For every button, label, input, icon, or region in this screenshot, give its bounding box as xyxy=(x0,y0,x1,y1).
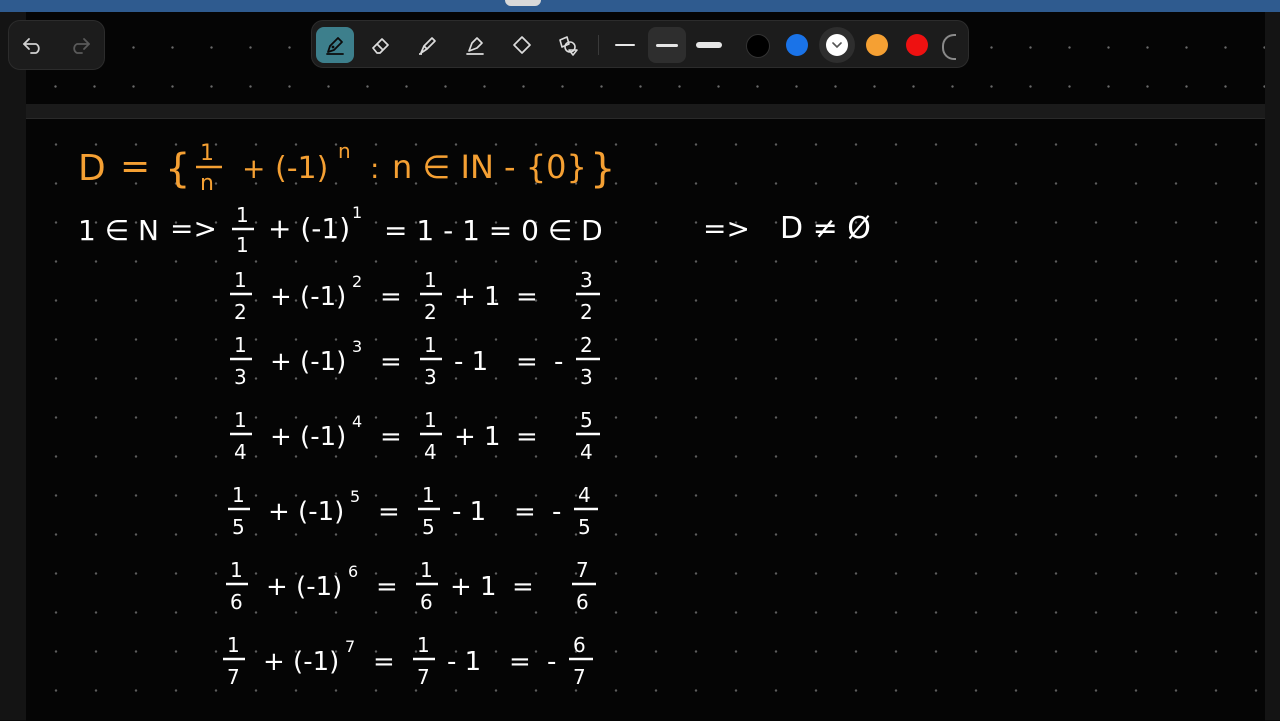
row7-res-sign: - xyxy=(547,647,556,677)
row2-op: + 1 xyxy=(454,282,501,312)
row3-res-num: 2 xyxy=(580,333,593,357)
row1-term: + (-1) xyxy=(268,212,350,245)
row4-mid-num: 1 xyxy=(424,408,437,432)
row5-term: + (-1) xyxy=(268,497,344,527)
row3-op: - 1 xyxy=(454,347,488,377)
row4-frac-num: 1 xyxy=(234,408,247,432)
row7-equals: = xyxy=(373,647,395,677)
row3-exp: 3 xyxy=(352,337,362,356)
row7-frac-den: 7 xyxy=(227,665,240,689)
row5-res-num: 4 xyxy=(578,483,591,507)
row5-equals: = xyxy=(378,497,400,527)
row3-equals-2: = xyxy=(516,347,538,377)
row3-mid-num: 1 xyxy=(424,333,437,357)
set-plus: + xyxy=(242,152,265,185)
row5-mid-num: 1 xyxy=(422,483,435,507)
row1-implies-2: => xyxy=(703,212,750,245)
row6-mid-num: 1 xyxy=(420,558,433,582)
row2-equals: = xyxy=(380,282,402,312)
row7-mid-den: 7 xyxy=(417,665,430,689)
row6-exp: 6 xyxy=(348,562,358,581)
set-frac-num: 1 xyxy=(200,141,214,166)
row2-mid-den: 2 xyxy=(424,300,437,324)
row3-res-sign: - xyxy=(554,347,563,377)
row4-equals-2: = xyxy=(516,422,538,452)
row-1: 1 ∈ N => 1 1 + (-1) 1 = 1 - 1 = 0 ∈ D =>… xyxy=(78,203,871,257)
row4-res-num: 5 xyxy=(580,408,593,432)
set-left-brace: { xyxy=(165,146,190,192)
set-right-brace: } xyxy=(590,146,615,192)
row1-rhs: = 1 - 1 = 0 ∈ D xyxy=(384,214,603,247)
row2-equals-2: = xyxy=(516,282,538,312)
row4-term: + (-1) xyxy=(270,422,346,452)
row3-frac-num: 1 xyxy=(234,333,247,357)
fraction-rows: 12 + (-1)2=12 + 1 =3213 + (-1)3=13- 1 = -2314 +… xyxy=(223,268,600,689)
row6-res-num: 7 xyxy=(576,558,589,582)
set-exp: n xyxy=(338,139,351,163)
row3-term: + (-1) xyxy=(270,347,346,377)
row2-frac-num: 1 xyxy=(234,268,247,292)
row3-equals: = xyxy=(380,347,402,377)
set-colon: : xyxy=(370,152,379,185)
row2-res-den: 2 xyxy=(580,300,593,324)
row1-implies: => xyxy=(170,212,217,245)
row7-term: + (-1) xyxy=(263,647,339,677)
row1-conclusion: D ≠ Ø xyxy=(780,211,871,246)
row1-frac-num: 1 xyxy=(236,203,249,227)
row4-equals: = xyxy=(380,422,402,452)
row6-equals: = xyxy=(376,572,398,602)
row5-res-den: 5 xyxy=(578,515,591,539)
row6-res-den: 6 xyxy=(576,590,589,614)
row2-mid-num: 1 xyxy=(424,268,437,292)
row4-frac-den: 4 xyxy=(234,440,247,464)
row7-exp: 7 xyxy=(345,637,355,656)
set-equals: = xyxy=(120,146,150,187)
row4-res-den: 4 xyxy=(580,440,593,464)
handwritten-notes[interactable]: D = { 1 n + (-1) n : n ∈ IN - {0} } 1 ∈ … xyxy=(0,0,1280,720)
row6-frac-num: 1 xyxy=(230,558,243,582)
row7-res-den: 7 xyxy=(573,665,586,689)
set-frac-den: n xyxy=(200,171,214,196)
set-definition: D = { 1 n + (-1) n : n ∈ IN - {0} } xyxy=(78,139,615,196)
row2-exp: 2 xyxy=(352,272,362,291)
set-symbol: D xyxy=(78,148,106,189)
row7-frac-num: 1 xyxy=(227,633,240,657)
row4-op: + 1 xyxy=(454,422,501,452)
row1-frac-den: 1 xyxy=(236,233,249,257)
row5-frac-num: 1 xyxy=(232,483,245,507)
row3-res-den: 3 xyxy=(580,365,593,389)
row5-op: - 1 xyxy=(452,497,486,527)
row7-mid-num: 1 xyxy=(417,633,430,657)
row1-premise: 1 ∈ N xyxy=(78,214,159,247)
set-base: (-1) xyxy=(275,151,328,186)
row6-equals-2: = xyxy=(512,572,534,602)
row4-mid-den: 4 xyxy=(424,440,437,464)
row2-frac-den: 2 xyxy=(234,300,247,324)
set-condition: n ∈ IN - {0} xyxy=(392,148,587,186)
row5-mid-den: 5 xyxy=(422,515,435,539)
row6-op: + 1 xyxy=(450,572,497,602)
row2-res-num: 3 xyxy=(580,268,593,292)
row2-term: + (-1) xyxy=(270,282,346,312)
row7-equals-2: = xyxy=(509,647,531,677)
row6-frac-den: 6 xyxy=(230,590,243,614)
row6-mid-den: 6 xyxy=(420,590,433,614)
row6-term: + (-1) xyxy=(266,572,342,602)
row7-res-num: 6 xyxy=(573,633,586,657)
row3-frac-den: 3 xyxy=(234,365,247,389)
row3-mid-den: 3 xyxy=(424,365,437,389)
row7-op: - 1 xyxy=(447,647,481,677)
row4-exp: 4 xyxy=(352,412,362,431)
row5-exp: 5 xyxy=(350,487,360,506)
row5-equals-2: = xyxy=(514,497,536,527)
row5-res-sign: - xyxy=(552,497,561,527)
row5-frac-den: 5 xyxy=(232,515,245,539)
row1-exp: 1 xyxy=(352,203,362,222)
